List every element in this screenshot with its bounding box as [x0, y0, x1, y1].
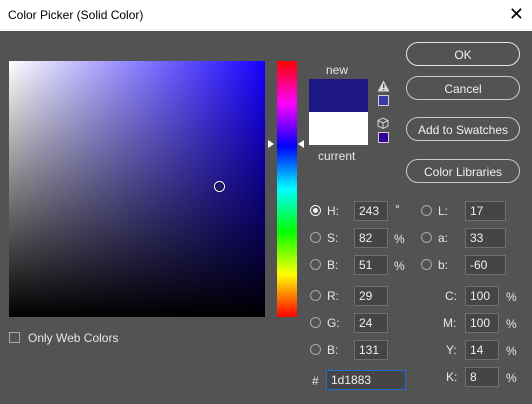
- b-input[interactable]: 51: [354, 255, 388, 275]
- l-input[interactable]: 17: [465, 201, 506, 221]
- new-label: new: [326, 63, 349, 77]
- g-label: G:: [327, 316, 340, 330]
- add-to-swatches-button[interactable]: Add to Swatches: [406, 117, 520, 141]
- only-web-colors-label: Only Web Colors: [28, 331, 119, 345]
- web-safe-swatch[interactable]: [378, 132, 389, 143]
- l-label: L:: [438, 204, 449, 218]
- s-label: S:: [327, 231, 339, 245]
- lab-b-radio[interactable]: [421, 259, 432, 270]
- blue-input[interactable]: 131: [354, 340, 388, 360]
- only-web-colors-checkbox[interactable]: [9, 332, 20, 343]
- color-libraries-button[interactable]: Color Libraries: [406, 159, 520, 183]
- g-input[interactable]: 24: [354, 313, 388, 333]
- b-unit: %: [394, 259, 405, 273]
- s-unit: %: [394, 232, 405, 246]
- s-radio[interactable]: [310, 232, 321, 243]
- k-unit: %: [506, 371, 517, 385]
- r-input[interactable]: 29: [354, 286, 388, 306]
- hue-slider[interactable]: [277, 61, 297, 317]
- k-input[interactable]: 8: [465, 367, 499, 387]
- a-input[interactable]: 33: [465, 228, 506, 248]
- b-label: B:: [327, 258, 339, 272]
- c-unit: %: [506, 290, 517, 304]
- hue-slider-left-handle[interactable]: [268, 140, 274, 149]
- m-input[interactable]: 100: [465, 313, 499, 333]
- title-bar: Color Picker (Solid Color) ✕: [0, 0, 532, 31]
- l-radio[interactable]: [421, 205, 432, 216]
- gamut-warning-swatch[interactable]: [378, 95, 389, 106]
- ok-button[interactable]: OK: [406, 42, 520, 66]
- current-label: current: [318, 149, 356, 163]
- h-radio[interactable]: [310, 205, 321, 216]
- r-label: R:: [327, 289, 339, 303]
- y-unit: %: [506, 344, 517, 358]
- g-radio[interactable]: [310, 317, 321, 328]
- current-color-swatch[interactable]: [309, 112, 368, 145]
- k-label: K:: [446, 370, 458, 384]
- close-icon[interactable]: ✕: [509, 4, 524, 25]
- warning-icon[interactable]: [377, 80, 390, 92]
- cube-icon[interactable]: [377, 117, 389, 129]
- hue-slider-right-handle[interactable]: [298, 140, 304, 149]
- a-radio[interactable]: [421, 232, 432, 243]
- hex-label: #: [312, 374, 319, 388]
- blue-radio[interactable]: [310, 344, 321, 355]
- r-radio[interactable]: [310, 290, 321, 301]
- cancel-button[interactable]: Cancel: [406, 76, 520, 100]
- c-label: C:: [445, 289, 457, 303]
- color-field[interactable]: [9, 61, 265, 317]
- h-label: H:: [327, 204, 339, 218]
- a-label: a:: [438, 231, 449, 245]
- lab-b-input[interactable]: -60: [465, 255, 506, 275]
- lab-b-label: b:: [438, 258, 449, 272]
- y-label: Y:: [446, 343, 457, 357]
- c-input[interactable]: 100: [465, 286, 499, 306]
- y-input[interactable]: 14: [465, 340, 499, 360]
- h-input[interactable]: 243: [354, 201, 388, 221]
- h-unit: °: [395, 202, 400, 216]
- b-radio[interactable]: [310, 259, 321, 270]
- blue-label: B:: [327, 343, 339, 357]
- color-field-cursor[interactable]: [213, 181, 225, 193]
- s-input[interactable]: 82: [354, 228, 388, 248]
- m-unit: %: [506, 317, 517, 331]
- hex-input[interactable]: 1d1883: [326, 370, 406, 390]
- window-title: Color Picker (Solid Color): [8, 8, 144, 22]
- new-color-swatch: [309, 79, 368, 112]
- m-label: M:: [443, 316, 457, 330]
